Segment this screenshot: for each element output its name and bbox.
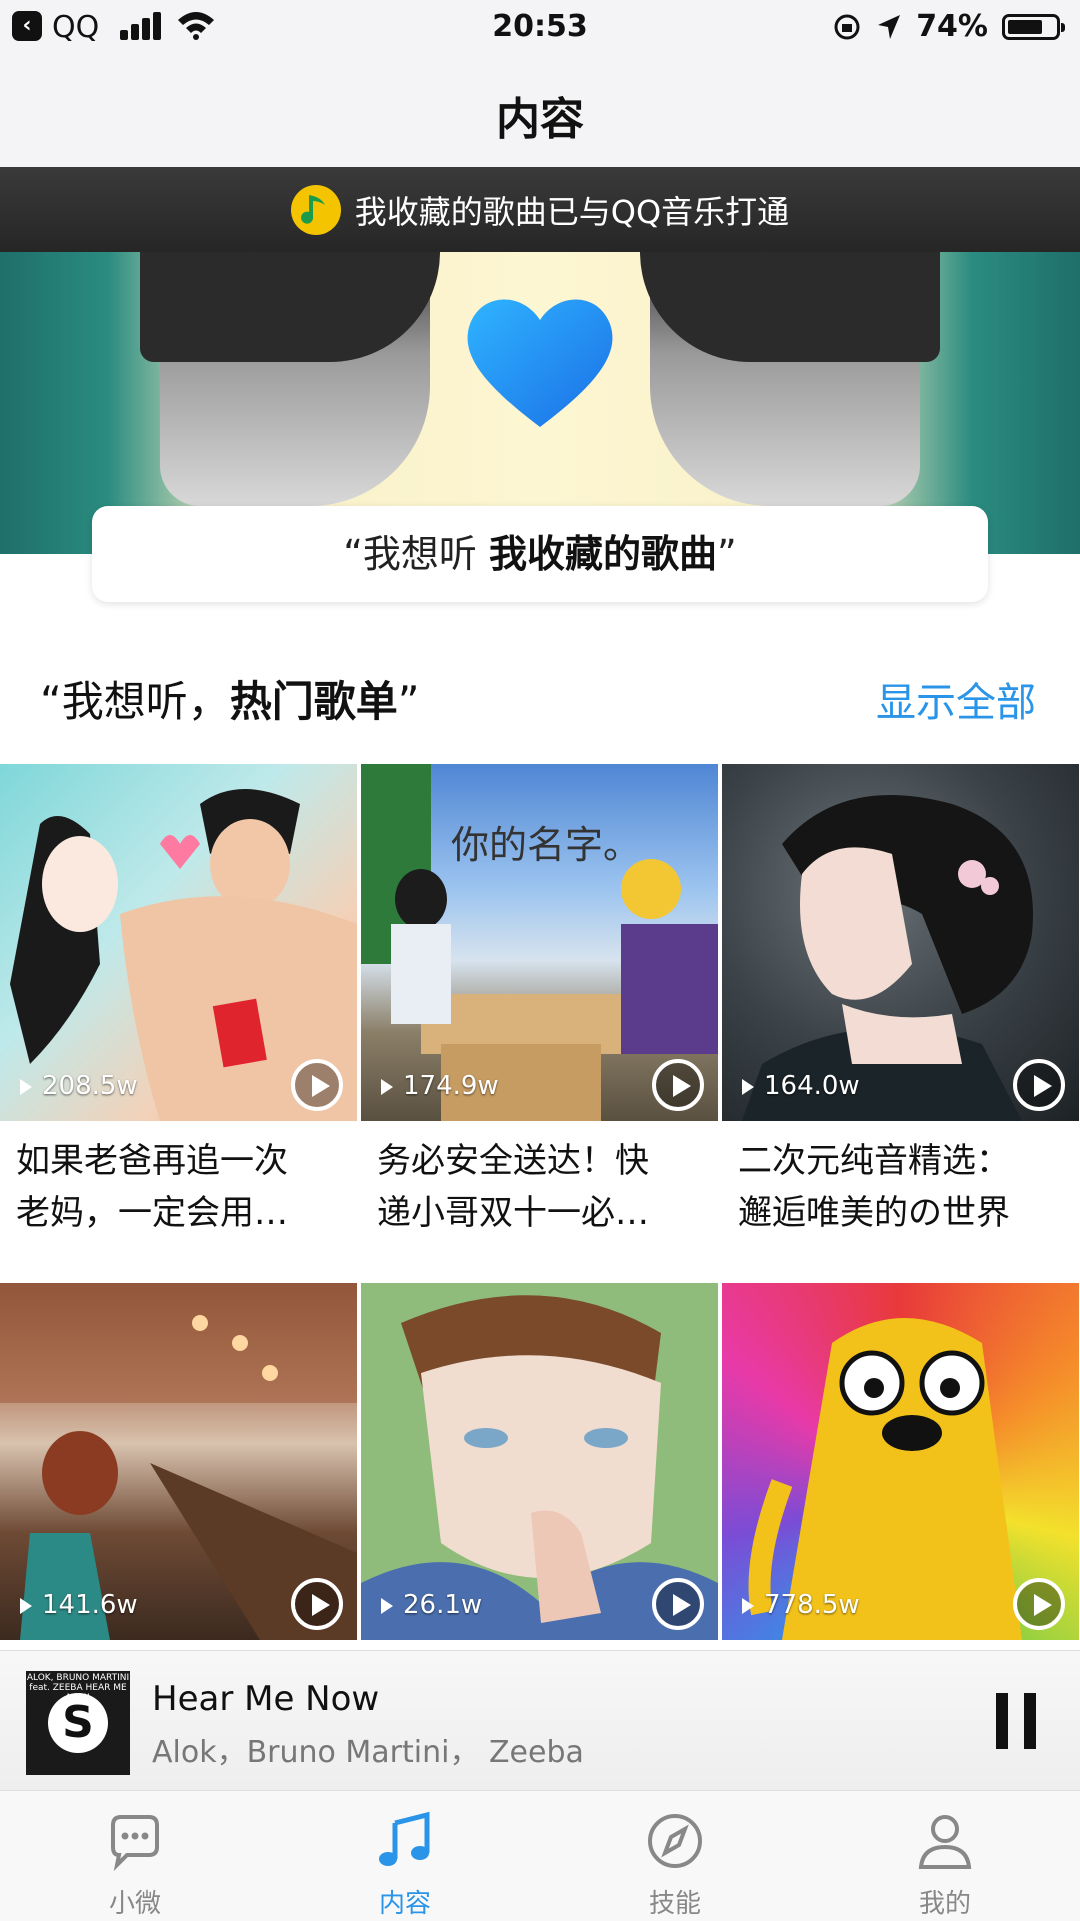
play-button[interactable] <box>652 1059 704 1111</box>
playlist-cover: 141.6w <box>0 1283 357 1640</box>
tab-label: 技能 <box>648 1889 701 1919</box>
request-bold: 我收藏的歌曲 <box>489 532 718 576</box>
section-title-prefix: “我想听， <box>40 677 230 726</box>
tab-bar: 小微 内容 技能 我的 <box>0 1790 1080 1921</box>
chat-bubble-icon <box>111 1815 159 1871</box>
tab-xiaowei[interactable]: 小微 <box>0 1791 270 1921</box>
sync-banner-text: 我收藏的歌曲已与QQ音乐打通 <box>354 192 790 231</box>
heart-icon <box>467 299 613 427</box>
mini-player[interactable]: ALOK, BRUNO MARTINI feat. ZEEBA HEAR ME … <box>0 1650 1080 1791</box>
hot-playlists-header: “我想听，热门歌单” 显示全部 <box>0 650 1080 740</box>
playlist-cover: 164.0w <box>722 764 1079 1121</box>
tab-label: 我的 <box>918 1889 971 1919</box>
status-bar: ‹ QQ 20:53 74% <box>0 0 1080 55</box>
tab-skills[interactable]: 技能 <box>540 1791 810 1921</box>
play-count: 174.9w <box>381 1071 499 1101</box>
play-count: 208.5w <box>20 1071 138 1101</box>
play-count: 164.0w <box>742 1071 860 1101</box>
play-button[interactable] <box>1013 1578 1065 1630</box>
play-count: 141.6w <box>20 1590 138 1620</box>
album-art: ALOK, BRUNO MARTINI feat. ZEEBA HEAR ME … <box>26 1671 130 1775</box>
battery-percent: 74% <box>916 9 988 44</box>
playlist-name: 务必安全送达！快 递小哥双十一必… <box>377 1141 649 1233</box>
play-count: 778.5w <box>742 1590 860 1620</box>
navigation-bar: 内容 <box>0 55 1080 167</box>
playlist-tile[interactable]: 208.5w 如果老爸再追一次 老妈，一定会用… <box>0 764 357 1239</box>
play-count: 26.1w <box>381 1590 482 1620</box>
playlist-tile[interactable]: 26.1w <box>361 1283 718 1640</box>
play-button[interactable] <box>1013 1059 1065 1111</box>
playlist-cover: 778.5w <box>722 1283 1079 1640</box>
show-all-link[interactable]: 显示全部 <box>876 670 1036 728</box>
tab-label: 内容 <box>378 1889 431 1919</box>
location-icon <box>878 14 901 39</box>
listen-favorites-card[interactable]: “我想听 我收藏的歌曲” <box>92 506 988 602</box>
section-title: “我想听，热门歌单” <box>40 668 420 729</box>
person-icon <box>918 1815 972 1869</box>
page-title: 内容 <box>496 94 584 145</box>
rotation-lock-icon <box>834 14 860 39</box>
compass-icon <box>648 1814 702 1868</box>
qq-music-icon <box>290 184 341 235</box>
playlist-cover: 26.1w <box>361 1283 718 1640</box>
tab-me[interactable]: 我的 <box>810 1791 1080 1921</box>
music-note-icon <box>379 1811 430 1866</box>
playlist-tile[interactable]: 你的名字。 174.9w 务必安全送达！快 递小哥双十一必… <box>361 764 718 1239</box>
section-title-suffix: ” <box>397 677 420 726</box>
battery-icon <box>1002 13 1065 40</box>
album-art-logo: S <box>48 1693 108 1753</box>
play-button[interactable] <box>291 1059 343 1111</box>
playlist-tile[interactable]: 778.5w <box>722 1283 1079 1640</box>
playlist-tile[interactable]: 164.0w 二次元纯音精选： 邂逅唯美的の世界 <box>722 764 1079 1239</box>
playlist-cover: 208.5w <box>0 764 357 1121</box>
request-suffix: ” <box>717 532 737 576</box>
pause-button[interactable] <box>996 1693 1036 1749</box>
qq-music-sync-banner[interactable]: 我收藏的歌曲已与QQ音乐打通 <box>0 167 1080 252</box>
play-button[interactable] <box>291 1578 343 1630</box>
play-button[interactable] <box>652 1578 704 1630</box>
tab-label: 小微 <box>108 1889 161 1919</box>
song-title: Hear Me Now <box>152 1679 380 1719</box>
tab-content[interactable]: 内容 <box>270 1791 540 1921</box>
playlist-cover: 你的名字。 174.9w <box>361 764 718 1121</box>
playlist-tile[interactable]: 141.6w <box>0 1283 357 1640</box>
request-prefix: “我想听 <box>343 532 490 576</box>
playlist-name: 二次元纯音精选： 邂逅唯美的の世界 <box>738 1141 1010 1233</box>
song-artist: Alok，Bruno Martini， Zeeba <box>152 1735 584 1770</box>
playlist-name: 如果老爸再追一次 老妈，一定会用… <box>16 1141 288 1233</box>
section-title-bold: 热门歌单 <box>229 677 398 726</box>
